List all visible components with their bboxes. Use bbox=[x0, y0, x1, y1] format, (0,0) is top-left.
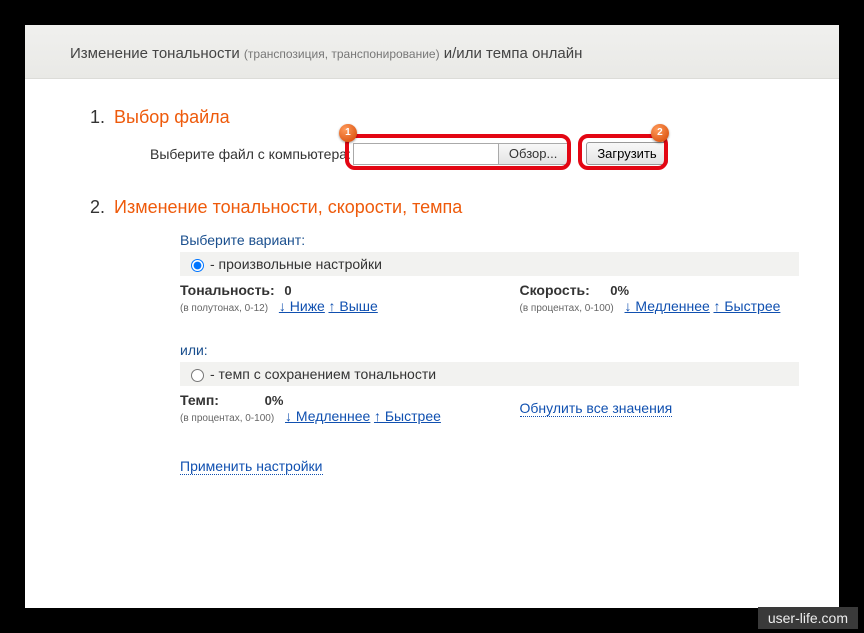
section-2-heading: Изменение тональности, скорости, темпа bbox=[114, 197, 462, 217]
section-1-number: 1. bbox=[90, 107, 105, 127]
file-input[interactable]: Обзор... bbox=[353, 143, 568, 165]
speed-value: 0% bbox=[610, 283, 629, 298]
option-tempo-row[interactable]: - темп с сохранением тональности bbox=[180, 362, 799, 386]
content: 1. Выбор файла Выберите файл с компьютер… bbox=[50, 79, 839, 494]
pitch-lower-link[interactable]: ↓ Ниже bbox=[279, 298, 325, 314]
speed-block: Скорость: 0% (в процентах, 0-100) ↓ Медл… bbox=[520, 282, 800, 314]
file-chooser-group: Обзор... Загрузить 1 2 bbox=[353, 142, 668, 165]
pitch-higher-link[interactable]: ↑ Выше bbox=[328, 298, 377, 314]
file-chooser-label: Выберите файл с компьютера: bbox=[150, 146, 351, 162]
section-2-number: 2. bbox=[90, 197, 105, 217]
apply-row: Применить настройки bbox=[180, 458, 799, 474]
pitch-label: Тональность: bbox=[180, 282, 275, 298]
file-chooser-row: Выберите файл с компьютера: Обзор... Заг… bbox=[150, 142, 799, 165]
speed-faster-link[interactable]: ↑ Быстрее bbox=[713, 298, 780, 314]
variant-label: Выберите вариант: bbox=[180, 232, 799, 248]
apply-link[interactable]: Применить настройки bbox=[180, 458, 323, 475]
tempo-faster-link[interactable]: ↑ Быстрее bbox=[374, 408, 441, 424]
tempo-slower-link[interactable]: ↓ Медленнее bbox=[285, 408, 370, 424]
radio-tempo[interactable] bbox=[191, 369, 204, 382]
header-title-part1: Изменение тональности bbox=[70, 45, 240, 62]
callout-badge-2: 2 bbox=[651, 124, 669, 142]
pitch-note: (в полутонах, 0-12) bbox=[180, 303, 268, 314]
or-label: или: bbox=[180, 342, 799, 358]
pitch-value: 0 bbox=[284, 283, 291, 298]
speed-note: (в процентах, 0-100) bbox=[520, 303, 614, 314]
header-title-paren: (транспозиция, транспонирование) bbox=[244, 47, 440, 61]
option-custom-label: - произвольные настройки bbox=[210, 256, 382, 272]
tempo-label: Темп: bbox=[180, 392, 219, 408]
upload-button[interactable]: Загрузить bbox=[586, 142, 667, 165]
tempo-value: 0% bbox=[265, 393, 284, 408]
radio-custom[interactable] bbox=[191, 259, 204, 272]
watermark: user-life.com bbox=[758, 607, 858, 629]
option-tempo-label: - темп с сохранением тональности bbox=[210, 366, 436, 382]
page-header: Изменение тональности (транспозиция, тра… bbox=[25, 25, 839, 79]
section-1-title: 1. Выбор файла bbox=[90, 107, 799, 128]
callout-badge-1: 1 bbox=[339, 124, 357, 142]
browse-button[interactable]: Обзор... bbox=[498, 144, 567, 164]
custom-params-row: Тональность: 0 (в полутонах, 0-12) ↓ Ниж… bbox=[180, 282, 799, 314]
option-custom-row[interactable]: - произвольные настройки bbox=[180, 252, 799, 276]
reset-link[interactable]: Обнулить все значения bbox=[520, 400, 673, 417]
speed-slower-link[interactable]: ↓ Медленнее bbox=[625, 298, 710, 314]
tempo-params-row: Темп: 0% (в процентах, 0-100) ↓ Медленне… bbox=[180, 392, 799, 424]
pitch-block: Тональность: 0 (в полутонах, 0-12) ↓ Ниж… bbox=[180, 282, 460, 314]
tempo-note: (в процентах, 0-100) bbox=[180, 413, 274, 424]
section-2-title: 2. Изменение тональности, скорости, темп… bbox=[90, 197, 799, 218]
reset-block: Обнулить все значения bbox=[520, 400, 800, 416]
file-path-field[interactable] bbox=[354, 144, 498, 164]
header-title-part2: и/или темпа онлайн bbox=[444, 45, 583, 62]
settings-block: Выберите вариант: - произвольные настрой… bbox=[180, 232, 799, 424]
tempo-block: Темп: 0% (в процентах, 0-100) ↓ Медленне… bbox=[180, 392, 460, 424]
section-1-heading: Выбор файла bbox=[114, 107, 230, 127]
speed-label: Скорость: bbox=[520, 282, 590, 298]
page: Изменение тональности (транспозиция, тра… bbox=[25, 25, 839, 608]
